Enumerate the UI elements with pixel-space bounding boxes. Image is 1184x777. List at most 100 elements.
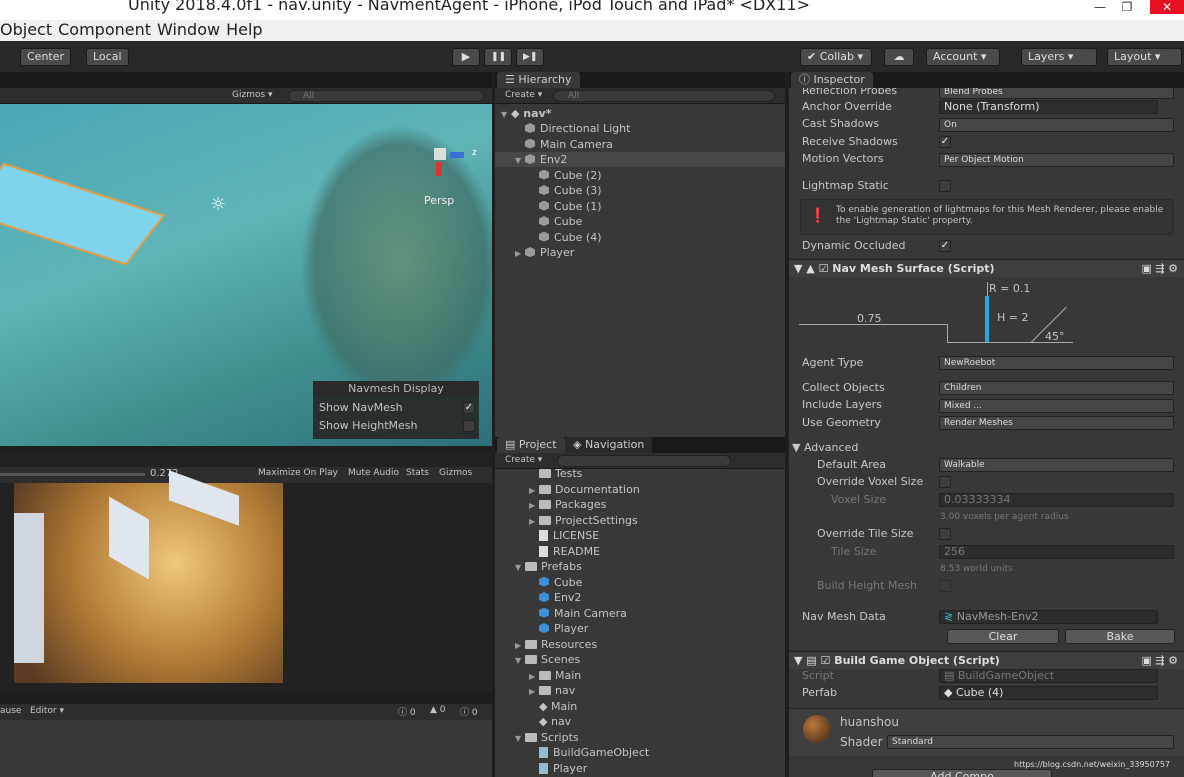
tab-navigation[interactable]: ◈ Navigation [565, 437, 653, 453]
play-button[interactable]: ▶ [452, 48, 480, 66]
game-gizmos-button[interactable]: Gizmos [439, 468, 472, 478]
build-game-object-header[interactable]: ▼ ▤ ☑ Build Game Object (Script) ▣ ⇶ ⚙ [789, 651, 1184, 669]
hierarchy-item[interactable]: ▶ Player [495, 245, 785, 260]
tab-hierarchy[interactable]: ☰ Hierarchy [497, 72, 580, 88]
error-count[interactable]: ⓘ 0 [398, 705, 416, 718]
project-item[interactable]: Main Camera [529, 606, 627, 621]
game-render[interactable] [14, 470, 283, 683]
menu-object[interactable]: Object [0, 20, 52, 39]
navmesh-data-field[interactable]: ≷ NavMesh-Env2 [939, 610, 1158, 624]
scene-cube-selected[interactable] [0, 162, 166, 266]
agent-type-dropdown[interactable]: NewRoebot [939, 356, 1174, 370]
clear-button[interactable]: Clear [947, 629, 1059, 644]
close-button[interactable]: ✕ [1150, 0, 1184, 14]
hierarchy-item[interactable]: Main Camera [495, 137, 785, 152]
project-item[interactable]: ▶ Resources [515, 637, 597, 652]
receive-shadows-checkbox[interactable]: ✓ [939, 136, 951, 148]
minimize-button[interactable]: — [1085, 0, 1115, 14]
project-item[interactable]: ▶ ProjectSettings [529, 513, 638, 528]
maximize-on-play-button[interactable]: Maximize On Play [258, 468, 338, 478]
override-tile-size-checkbox[interactable] [939, 528, 951, 540]
project-create-button[interactable]: Create ▾ [505, 455, 542, 465]
mute-audio-button[interactable]: Mute Audio [348, 468, 399, 478]
hierarchy-search-input[interactable]: All [553, 90, 775, 102]
hierarchy-item[interactable]: Cube (4) [495, 230, 785, 245]
shader-dropdown[interactable]: Standard [887, 735, 1174, 749]
cloud-icon[interactable]: ☁ [884, 48, 914, 66]
project-item[interactable]: ▼ Prefabs [515, 559, 582, 574]
maximize-button[interactable]: ❐ [1112, 0, 1142, 14]
scene-root[interactable]: ▼ ◆ nav* [501, 106, 551, 121]
scene-search-input[interactable]: All [288, 90, 484, 102]
motion-vectors-dropdown[interactable]: Per Object Motion [939, 153, 1174, 167]
project-item[interactable]: Tests [529, 466, 582, 481]
pivot-local-button[interactable]: Local [86, 48, 129, 66]
account-button[interactable]: Account ▾ [926, 48, 1000, 66]
scene-orientation-gizmo[interactable]: z [420, 134, 477, 176]
error-pause-button[interactable]: ause [0, 706, 21, 716]
navmesh-surface-header[interactable]: ▼ ▲ ☑ Nav Mesh Surface (Script) ▣ ⇶ ⚙ [789, 259, 1184, 277]
layout-button[interactable]: Layout ▾ [1107, 48, 1182, 66]
layers-button[interactable]: Layers ▾ [1021, 48, 1097, 66]
hierarchy-item[interactable]: Cube (2) [495, 168, 785, 183]
project-item-label: Player [554, 622, 589, 635]
dynamic-occluded-checkbox[interactable]: ✓ [939, 240, 951, 252]
advanced-foldout[interactable]: ▼ Advanced [792, 441, 858, 454]
tile-size-field: 256 [939, 545, 1174, 559]
overlay-title: Navmesh Display [313, 381, 479, 396]
project-search-input[interactable] [557, 455, 731, 467]
cast-shadows-dropdown[interactable]: On [939, 118, 1174, 132]
project-item[interactable]: ▼ Scenes [515, 652, 580, 667]
project-item[interactable]: Player [529, 621, 588, 636]
scene-gizmos-button[interactable]: Gizmos ▾ [232, 90, 273, 100]
lightmap-static-checkbox[interactable] [939, 180, 951, 192]
default-area-dropdown[interactable]: Walkable [939, 458, 1174, 472]
project-item[interactable]: BuildGameObject [529, 745, 649, 760]
project-item[interactable]: Cube [529, 575, 582, 590]
bake-button[interactable]: Bake [1065, 629, 1175, 644]
hierarchy-item[interactable]: Directional Light [495, 121, 785, 136]
menu-window[interactable]: Window [157, 20, 220, 39]
show-navmesh-checkbox[interactable]: ✓ [463, 402, 475, 414]
menu-help[interactable]: Help [226, 20, 262, 39]
collab-button[interactable]: ✔ Collab ▾ [800, 48, 872, 66]
hierarchy-item[interactable]: Cube (1) [495, 199, 785, 214]
project-item[interactable]: ◆ Main [529, 699, 577, 714]
project-item[interactable]: ▶ Packages [529, 497, 606, 512]
project-item[interactable]: Env2 [529, 590, 581, 605]
project-item[interactable]: LICENSE [529, 528, 599, 543]
project-item[interactable]: ◆ nav [529, 714, 571, 729]
material-name: huanshou [840, 715, 899, 729]
project-item[interactable]: ▶ nav [529, 683, 575, 698]
hierarchy-item[interactable]: ▼ Env2 [495, 152, 785, 167]
use-geometry-dropdown[interactable]: Render Meshes [939, 416, 1174, 430]
pause-button[interactable]: ❚❚ [484, 48, 512, 66]
stats-button[interactable]: Stats [406, 468, 429, 478]
scene-canvas[interactable]: ☼ z Persp Navmesh Display Show NavMesh ✓… [0, 104, 492, 446]
step-button[interactable]: ▶❚ [516, 48, 544, 66]
show-heightmesh-checkbox[interactable] [463, 420, 475, 432]
collect-objects-dropdown[interactable]: Children [939, 381, 1174, 395]
add-component-button[interactable]: Add Compo [872, 769, 1052, 777]
override-voxel-size-checkbox[interactable] [939, 476, 951, 488]
project-item[interactable]: ▶ Documentation [529, 482, 640, 497]
warning-count[interactable]: ▲ 0 [430, 705, 446, 715]
project-item[interactable]: Player [529, 761, 587, 776]
perfab-field[interactable]: ◆ Cube (4) [939, 686, 1158, 700]
pivot-center-button[interactable]: Center [20, 48, 72, 66]
hierarchy-item[interactable]: Cube [495, 214, 785, 229]
scale-slider[interactable] [0, 473, 145, 476]
tab-project[interactable]: ▤ Project [497, 437, 565, 453]
light-icon[interactable]: ☼ [210, 194, 226, 215]
project-item[interactable]: README [529, 544, 600, 559]
log-count[interactable]: ⓘ 0 [460, 705, 478, 718]
menu-component[interactable]: Component [58, 20, 151, 39]
project-item[interactable]: ▶ Main [529, 668, 581, 683]
include-layers-dropdown[interactable]: Mixed ... [939, 399, 1174, 413]
hierarchy-item[interactable]: Cube (3) [495, 183, 785, 198]
editor-dropdown[interactable]: Editor ▾ [30, 706, 64, 716]
anchor-override-field[interactable]: None (Transform) [939, 100, 1158, 114]
persp-label[interactable]: Persp [424, 194, 454, 207]
hierarchy-create-button[interactable]: Create ▾ [505, 90, 542, 100]
project-item[interactable]: ▼ Scripts [515, 730, 579, 745]
